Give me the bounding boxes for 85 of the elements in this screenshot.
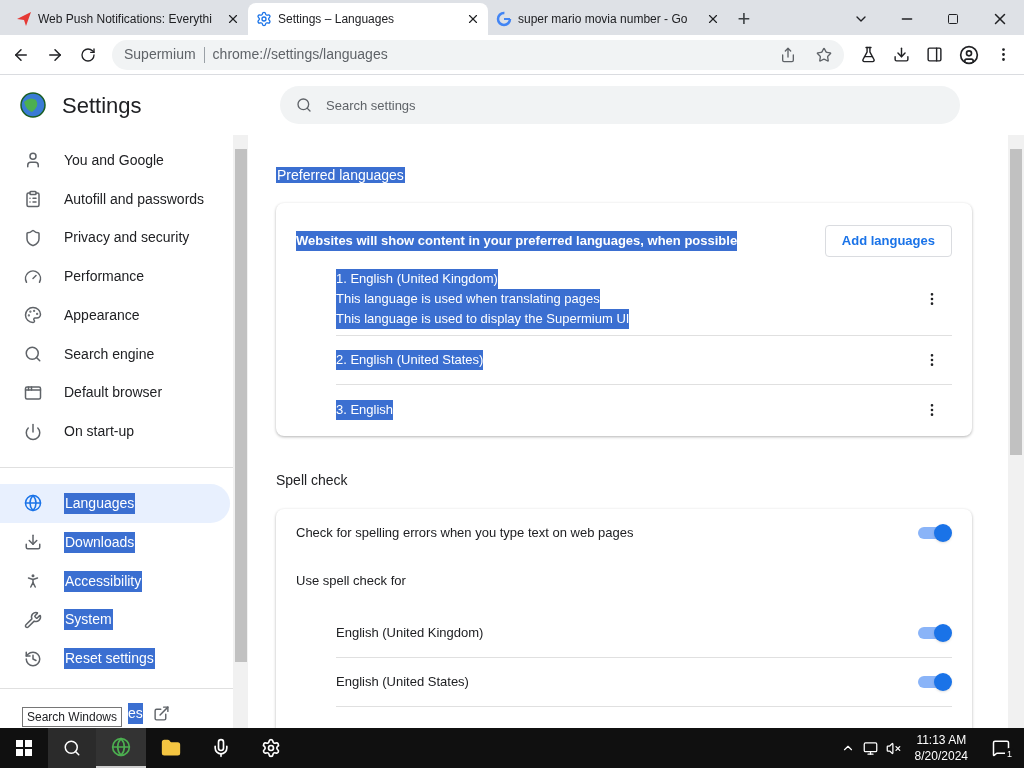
- sidebar-item[interactable]: System: [0, 600, 230, 640]
- sidebar-item[interactable]: Autofill and passwords: [0, 179, 230, 219]
- toggle-switch[interactable]: [918, 524, 952, 542]
- sidebar-item[interactable]: You and Google: [0, 141, 230, 180]
- sidebar-item[interactable]: Search engine: [0, 334, 230, 374]
- taskbar-app[interactable]: [96, 728, 146, 768]
- settings-icon: [256, 11, 272, 27]
- section-heading: Preferred languages: [276, 167, 405, 183]
- new-tab-button[interactable]: +: [728, 3, 760, 35]
- address-bar[interactable]: Supermium chrome://settings/languages: [112, 39, 844, 70]
- sidebar-item[interactable]: Privacy and security: [0, 218, 230, 258]
- add-languages-button[interactable]: Add languages: [824, 225, 952, 257]
- site-name: Supermium: [124, 45, 196, 64]
- microphone-icon: [211, 738, 231, 758]
- sidebar-item[interactable]: On start-up: [0, 412, 230, 452]
- flask-icon[interactable]: [860, 46, 877, 63]
- language-text: This language is used to display the Supermium UI: [336, 309, 630, 329]
- windows-logo-icon[interactable]: [16, 740, 32, 756]
- language-text: 2. English (United States): [336, 350, 484, 370]
- language-text: This language is used when translating pages: [336, 289, 600, 309]
- person-icon: [24, 151, 42, 170]
- close-icon[interactable]: [466, 12, 480, 26]
- clock-time: 11:13 AM: [916, 732, 967, 748]
- muted-speaker-icon[interactable]: [885, 740, 901, 756]
- sidebar-item[interactable]: Languages: [0, 484, 230, 523]
- section-heading: Spell check: [276, 471, 349, 490]
- tab-title: Settings – Languages: [278, 11, 395, 28]
- search-icon: [63, 739, 81, 757]
- language-label: English (United Kingdom): [336, 623, 484, 642]
- sidebar-item[interactable]: Accessibility: [0, 561, 230, 601]
- search-icon: [296, 97, 312, 113]
- reload-icon[interactable]: [80, 46, 96, 63]
- star-icon[interactable]: [816, 46, 832, 63]
- clock-date: 8/20/2024: [914, 748, 968, 764]
- gauge-icon: [24, 267, 42, 286]
- browser-tab[interactable]: Settings – Languages: [248, 3, 488, 35]
- settings-icon: [261, 738, 281, 758]
- letter-g-icon: [496, 11, 512, 27]
- setting-label: Use spell check for: [296, 572, 407, 590]
- language-text: 3. English: [336, 399, 394, 420]
- shield-icon: [24, 228, 42, 247]
- history-icon: [24, 649, 42, 668]
- language-text: 1. English (United Kingdom): [336, 269, 498, 289]
- toggle-switch[interactable]: [918, 672, 952, 691]
- download-icon: [24, 533, 42, 552]
- tooltip: Search Windows: [22, 707, 123, 727]
- window-icon: [24, 383, 42, 402]
- settings-logo-icon: [20, 92, 46, 118]
- side-panel-icon[interactable]: [926, 46, 943, 63]
- restore-icon[interactable]: [947, 13, 959, 25]
- close-icon[interactable]: [706, 12, 720, 26]
- sidebar-item[interactable]: Appearance: [0, 296, 230, 335]
- browser-tab[interactable]: super mario movia number - Go: [488, 3, 728, 35]
- language-label: English (United States): [336, 672, 469, 691]
- sidebar-item[interactable]: Reset settings: [0, 639, 230, 678]
- tab-title: super mario movia number - Go: [518, 11, 688, 28]
- palette-icon: [24, 306, 42, 325]
- sidebar-item[interactable]: Performance: [0, 257, 230, 297]
- profile-icon[interactable]: [959, 44, 979, 65]
- wrench-icon: [24, 610, 42, 629]
- toggle-switch[interactable]: [918, 623, 952, 642]
- setting-label: Check for spelling errors when you type text on web pages: [296, 524, 634, 543]
- power-icon: [24, 422, 42, 441]
- folder-icon: [161, 738, 181, 758]
- share-icon[interactable]: [780, 46, 796, 63]
- download-icon[interactable]: [893, 46, 910, 63]
- close-icon[interactable]: [226, 12, 240, 26]
- search-icon: [24, 345, 42, 364]
- search-field[interactable]: Search settings: [280, 86, 960, 124]
- settings-title: Settings: [62, 91, 142, 120]
- network-icon[interactable]: [862, 740, 878, 756]
- url-text: chrome://settings/languages: [212, 45, 388, 64]
- search-taskbar-button[interactable]: [48, 728, 96, 768]
- paper-plane-icon: [16, 11, 32, 27]
- scrollbar[interactable]: [1008, 135, 1024, 728]
- sidebar-item[interactable]: Default browser: [0, 373, 230, 413]
- scrollbar[interactable]: [233, 135, 248, 728]
- browser-tab[interactable]: Web Push Notifications: Everythi: [8, 3, 248, 35]
- external-link-icon: [152, 704, 170, 722]
- clipboard-icon: [24, 190, 42, 209]
- tab-title: Web Push Notifications: Everythi: [38, 11, 212, 28]
- globe-icon: [24, 494, 42, 513]
- card-description: Websites will show content in your preferred languages, when possible: [296, 231, 738, 251]
- globe-icon: [111, 737, 131, 757]
- sidebar-item[interactable]: Downloads: [0, 522, 230, 562]
